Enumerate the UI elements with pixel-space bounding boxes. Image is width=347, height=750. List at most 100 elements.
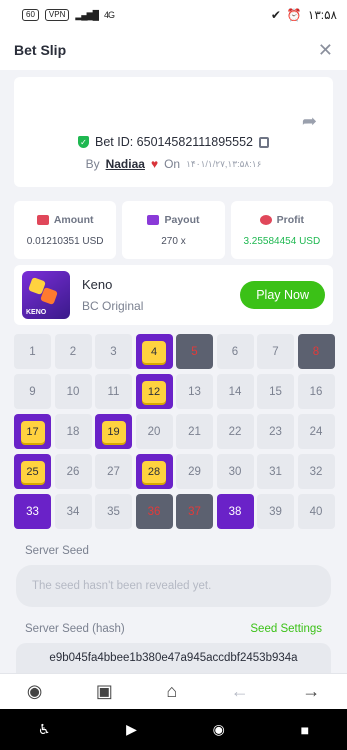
stat-value: 3.25584454 USD [243, 235, 321, 247]
keno-number-cell: 9 [14, 374, 51, 409]
keno-number-cell: 34 [54, 494, 92, 529]
status-bar: 60 VPN ▂▄▆█ 4G ✔ ⏰ ۱۳:۵۸ [0, 0, 347, 30]
keno-number-cell: 28 [135, 454, 173, 489]
game-subtitle: BC Original [82, 299, 144, 313]
keno-number-cell: 2 [54, 334, 92, 369]
check-icon: ✔ [270, 8, 281, 22]
stat-label: Profit [276, 213, 305, 226]
home-icon[interactable]: ⌂ [166, 681, 177, 702]
bet-id-row: ✓ Bet ID: 65014582111895552 [14, 135, 333, 149]
keno-number-cell: 13 [176, 374, 213, 409]
keno-number-cell: 1 [14, 334, 51, 369]
keno-number-cell: 37 [176, 494, 213, 529]
accessibility-icon[interactable]: ♿ [38, 721, 51, 738]
keno-hit-tile: 12 [142, 380, 166, 403]
alarm-icon: ⏰ [286, 8, 302, 22]
network-type: 4G [103, 10, 115, 20]
keno-number-cell: 36 [135, 494, 173, 529]
coins-icon [259, 214, 272, 225]
keno-number-cell: 10 [54, 374, 92, 409]
keno-number-cell: 24 [297, 414, 335, 449]
wallet-icon[interactable]: ▣ [96, 681, 113, 702]
keno-number-cell: 35 [95, 494, 132, 529]
stat-profit: Profit 3.25584454 USD [230, 201, 333, 259]
keno-number-cell: 12 [135, 374, 173, 409]
keno-thumbnail[interactable]: KENO [22, 271, 70, 319]
keno-hit-tile: 4 [142, 340, 166, 363]
home-circle-icon[interactable]: ◉ [213, 721, 225, 738]
keno-number-cell: 21 [176, 414, 213, 449]
bet-byline: By Nadiaa ♥ On ۱۴۰۱/۱/۲۷,۱۳:۵۸:۱۶ [14, 157, 333, 171]
keno-number-cell: 40 [297, 494, 335, 529]
keno-number-cell: 15 [257, 374, 294, 409]
close-icon[interactable]: ✕ [318, 40, 333, 61]
bet-date: ۱۴۰۱/۱/۲۷,۱۳:۵۸:۱۶ [186, 158, 262, 169]
back-arrow-icon[interactable]: ← [231, 681, 249, 702]
keno-number-cell: 30 [216, 454, 254, 489]
dice-icon [40, 287, 58, 305]
keno-number-cell: 4 [135, 334, 173, 369]
keno-number-cell: 25 [14, 454, 51, 489]
card-icon [147, 214, 160, 225]
keno-hit-tile: 28 [142, 460, 166, 483]
keno-number-cell: 20 [135, 414, 173, 449]
verified-shield-icon: ✓ [77, 136, 89, 148]
seed-settings-link[interactable]: Seed Settings [250, 623, 322, 635]
keno-number-cell: 39 [257, 494, 294, 529]
stat-amount: Amount 0.01210351 USD [14, 201, 117, 259]
keno-number-cell: 22 [216, 414, 254, 449]
forward-arrow-icon[interactable]: → [302, 681, 320, 702]
keno-number-cell: 33 [14, 494, 51, 529]
bet-header-card: ➦ ✓ Bet ID: 65014582111895552 By Nadiaa … [14, 77, 333, 187]
keno-number-cell: 27 [95, 454, 132, 489]
wallet-icon [36, 214, 49, 225]
clock-time: ۱۳:۵۸ [307, 8, 337, 22]
keno-number-cell: 31 [257, 454, 294, 489]
bet-slip-content[interactable]: ➦ ✓ Bet ID: 65014582111895552 By Nadiaa … [0, 70, 347, 673]
by-label: By [85, 157, 100, 171]
keno-number-cell: 32 [297, 454, 335, 489]
keno-number-cell: 14 [216, 374, 254, 409]
keno-number-cell: 3 [95, 334, 132, 369]
share-icon[interactable]: ➦ [302, 111, 317, 132]
keno-number-cell: 17 [14, 414, 51, 449]
play-icon[interactable]: ▶ [126, 721, 137, 738]
stat-value: 270 x [161, 235, 186, 247]
keno-hit-tile: 25 [20, 460, 45, 483]
vpn-badge: VPN [44, 9, 70, 21]
stat-payout: Payout 270 x [122, 201, 225, 259]
thumbnail-label: KENO [26, 309, 47, 316]
stat-value: 0.01210351 USD [26, 235, 104, 247]
play-now-button[interactable]: Play Now [240, 281, 325, 309]
battery-icon: 60 [22, 9, 39, 21]
bet-id: Bet ID: 65014582111895552 [94, 135, 253, 149]
keno-hit-tile: 17 [20, 420, 45, 443]
keno-number-cell: 16 [297, 374, 335, 409]
bet-stats: Amount 0.01210351 USD Payout 270 x Profi… [14, 201, 333, 259]
server-seed-field[interactable]: The seed hasn't been revealed yet. [16, 565, 331, 607]
heart-icon: ♥ [150, 157, 159, 171]
server-hash-field[interactable]: e9b045fa4bbee1b380e47a945accdbf2453b934a [16, 643, 331, 673]
keno-number-cell: 11 [95, 374, 132, 409]
server-hash-label: Server Seed (hash) [25, 623, 125, 635]
app-header: Bet Slip ✕ [0, 30, 347, 70]
keno-number-cell: 26 [54, 454, 92, 489]
user-icon[interactable]: ◉ [27, 681, 43, 702]
server-seed-label: Server Seed [25, 545, 89, 557]
keno-hit-tile: 19 [101, 420, 126, 443]
on-label: On [164, 157, 181, 171]
bottom-tab-bar: ◉ ▣ ⌂ ← → [0, 673, 347, 709]
keno-number-cell: 6 [216, 334, 254, 369]
username-link[interactable]: Nadiaa [106, 157, 145, 171]
keno-number-cell: 7 [257, 334, 294, 369]
square-icon[interactable]: ■ [301, 722, 309, 738]
copy-icon[interactable] [259, 136, 269, 148]
game-card: KENO Keno BC Original Play Now [14, 265, 333, 325]
page-title: Bet Slip [14, 42, 67, 58]
keno-number-cell: 8 [297, 334, 335, 369]
keno-number-cell: 5 [176, 334, 213, 369]
stat-label: Payout [164, 213, 200, 226]
keno-number-grid: 1 2 3 4 5 6 7 8 9 10 11 12 13 14 15 16 17 18 19 20 21 22 23 24 2… [14, 334, 335, 529]
system-nav-bar: ♿ ▶ ◉ ■ [0, 709, 347, 750]
keno-number-cell: 19 [95, 414, 132, 449]
